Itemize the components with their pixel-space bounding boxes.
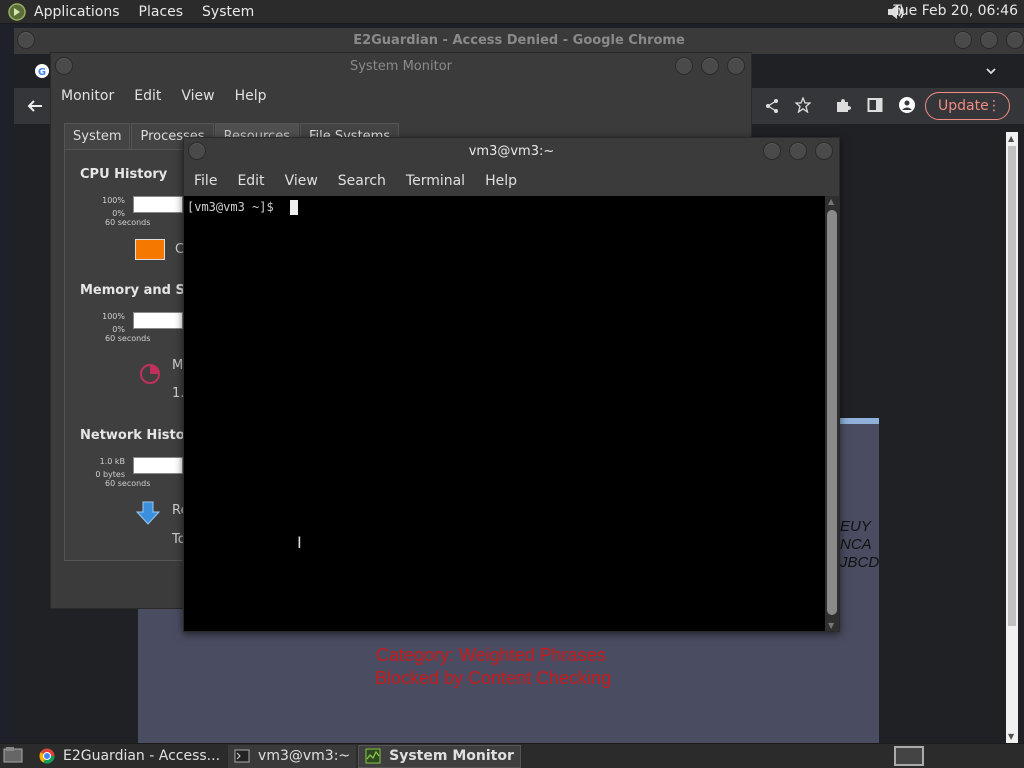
menu-search[interactable]: Search: [338, 173, 386, 189]
memory-axis-x: 60 seconds: [105, 334, 151, 343]
partial-text-line: JBCD: [840, 554, 880, 571]
network-axis-top: 1.0 kB: [99, 457, 125, 466]
text-cursor-ibeam-icon: I: [297, 533, 302, 552]
terminal-menubar: File Edit View Search Terminal Help: [184, 166, 839, 196]
scroll-down-arrow-icon[interactable]: ▼: [828, 621, 834, 630]
cpu-axis-top: 100%: [102, 196, 125, 205]
system-monitor-titlebar[interactable]: System Monitor: [51, 53, 751, 81]
terminal-scrollbar[interactable]: ▲ ▼: [825, 196, 839, 631]
scroll-down-arrow-icon[interactable]: ▼: [1008, 732, 1014, 741]
chrome-scrollbar[interactable]: ▲ ▼: [1006, 132, 1018, 743]
terminal-cursor: [290, 200, 298, 215]
workspace-switcher[interactable]: [894, 746, 924, 766]
chrome-menu-button[interactable]: [17, 31, 35, 49]
memory-history-graph: [133, 312, 183, 329]
network-axis-x: 60 seconds: [105, 479, 151, 488]
profile-avatar-icon[interactable]: [899, 97, 915, 117]
menu-edit[interactable]: Edit: [134, 88, 161, 104]
chrome-scroll-thumb[interactable]: [1008, 146, 1016, 626]
memory-legend-label: M: [172, 358, 184, 373]
blocked-reason-text: Blocked by Content Checking: [375, 668, 612, 688]
tab-list-chevron-icon[interactable]: [984, 64, 998, 82]
task-chrome[interactable]: E2Guardian - Access...: [33, 745, 226, 768]
svg-text:G: G: [38, 67, 46, 78]
memory-axis-bottom: 0%: [112, 325, 125, 334]
chrome-title: E2Guardian - Access Denied - Google Chro…: [353, 33, 685, 48]
menu-help[interactable]: Help: [485, 173, 517, 189]
chrome-titlebar[interactable]: E2Guardian - Access Denied - Google Chro…: [14, 28, 1024, 54]
cpu-color-swatch[interactable]: [135, 239, 165, 260]
terminal-prompt: [vm3@vm3 ~]$: [187, 200, 281, 214]
network-history-graph: [133, 457, 183, 474]
scroll-up-arrow-icon[interactable]: ▲: [828, 197, 834, 206]
system-monitor-title: System Monitor: [349, 59, 453, 74]
bookmark-star-icon[interactable]: [794, 96, 812, 117]
system-monitor-icon: [365, 748, 381, 764]
taskbar: E2Guardian - Access... vm3@vm3:~ System …: [0, 743, 1024, 768]
tab-system[interactable]: System: [64, 123, 131, 149]
menu-system[interactable]: System: [202, 4, 254, 20]
sysmon-maximize-button[interactable]: [701, 57, 719, 75]
menu-monitor[interactable]: Monitor: [61, 88, 114, 104]
cpu-history-graph: [133, 196, 183, 213]
update-button[interactable]: Update ⋮: [925, 92, 1010, 120]
menu-view[interactable]: View: [181, 88, 214, 104]
terminal-scroll-thumb[interactable]: [827, 210, 837, 615]
network-history-heading: Network History: [80, 428, 200, 443]
terminal-window: vm3@vm3:~ File Edit View Search Terminal…: [183, 137, 840, 632]
back-arrow-icon[interactable]: [26, 98, 44, 118]
terminal-output-area[interactable]: [vm3@vm3 ~]$ I: [184, 196, 827, 631]
terminal-titlebar[interactable]: vm3@vm3:~: [184, 138, 839, 166]
blocked-category-text: Category: Weighted Phrases: [376, 645, 606, 665]
partial-text-line: NCA: [840, 536, 872, 553]
terminal-minimize-button[interactable]: [763, 142, 781, 160]
terminal-menu-button[interactable]: [188, 142, 206, 160]
distro-logo-icon[interactable]: [6, 1, 28, 23]
share-icon[interactable]: [764, 98, 780, 118]
memory-axis-top: 100%: [102, 312, 125, 321]
menu-view[interactable]: View: [285, 173, 318, 189]
menu-help[interactable]: Help: [235, 88, 267, 104]
terminal-icon: [234, 749, 250, 763]
terminal-title: vm3@vm3:~: [468, 144, 555, 159]
extensions-puzzle-icon[interactable]: [835, 97, 851, 117]
menu-terminal[interactable]: Terminal: [406, 173, 465, 189]
show-desktop-icon[interactable]: [3, 746, 25, 766]
menu-file[interactable]: File: [194, 173, 217, 189]
chrome-maximize-button[interactable]: [980, 31, 998, 49]
terminal-maximize-button[interactable]: [789, 142, 807, 160]
sysmon-close-button[interactable]: [727, 57, 745, 75]
side-panel-icon[interactable]: [867, 97, 883, 117]
chrome-minimize-button[interactable]: [954, 31, 972, 49]
cpu-history-heading: CPU History: [80, 167, 168, 182]
menu-edit[interactable]: Edit: [237, 173, 264, 189]
terminal-close-button[interactable]: [815, 142, 833, 160]
more-menu-icon[interactable]: ⋮: [987, 93, 1001, 119]
sysmon-minimize-button[interactable]: [675, 57, 693, 75]
task-system-monitor[interactable]: System Monitor: [358, 744, 521, 768]
download-arrow-icon[interactable]: [135, 500, 161, 530]
memory-pie-icon[interactable]: [138, 362, 162, 390]
cpu-axis-x: 60 seconds: [105, 218, 151, 227]
chrome-icon: [39, 748, 55, 764]
sysmon-menu-button[interactable]: [55, 57, 73, 75]
cpu-axis-bottom: 0%: [112, 209, 125, 218]
chrome-close-button[interactable]: [1006, 31, 1024, 49]
menu-places[interactable]: Places: [139, 4, 184, 20]
task-terminal[interactable]: vm3@vm3:~: [228, 744, 357, 768]
partial-text-line: EUY: [840, 518, 871, 535]
network-axis-bottom: 0 bytes: [95, 470, 125, 479]
clock[interactable]: Tue Feb 20, 06:46: [893, 3, 1018, 19]
scroll-up-arrow-icon[interactable]: ▲: [1008, 134, 1014, 143]
system-monitor-menubar: Monitor Edit View Help: [51, 81, 751, 111]
top-panel: Applications Places System Tue Feb 20, 0…: [0, 0, 1024, 24]
blocked-page-header-strip: [840, 418, 879, 424]
menu-applications[interactable]: Applications: [34, 4, 120, 20]
google-favicon-icon[interactable]: G: [34, 63, 50, 83]
